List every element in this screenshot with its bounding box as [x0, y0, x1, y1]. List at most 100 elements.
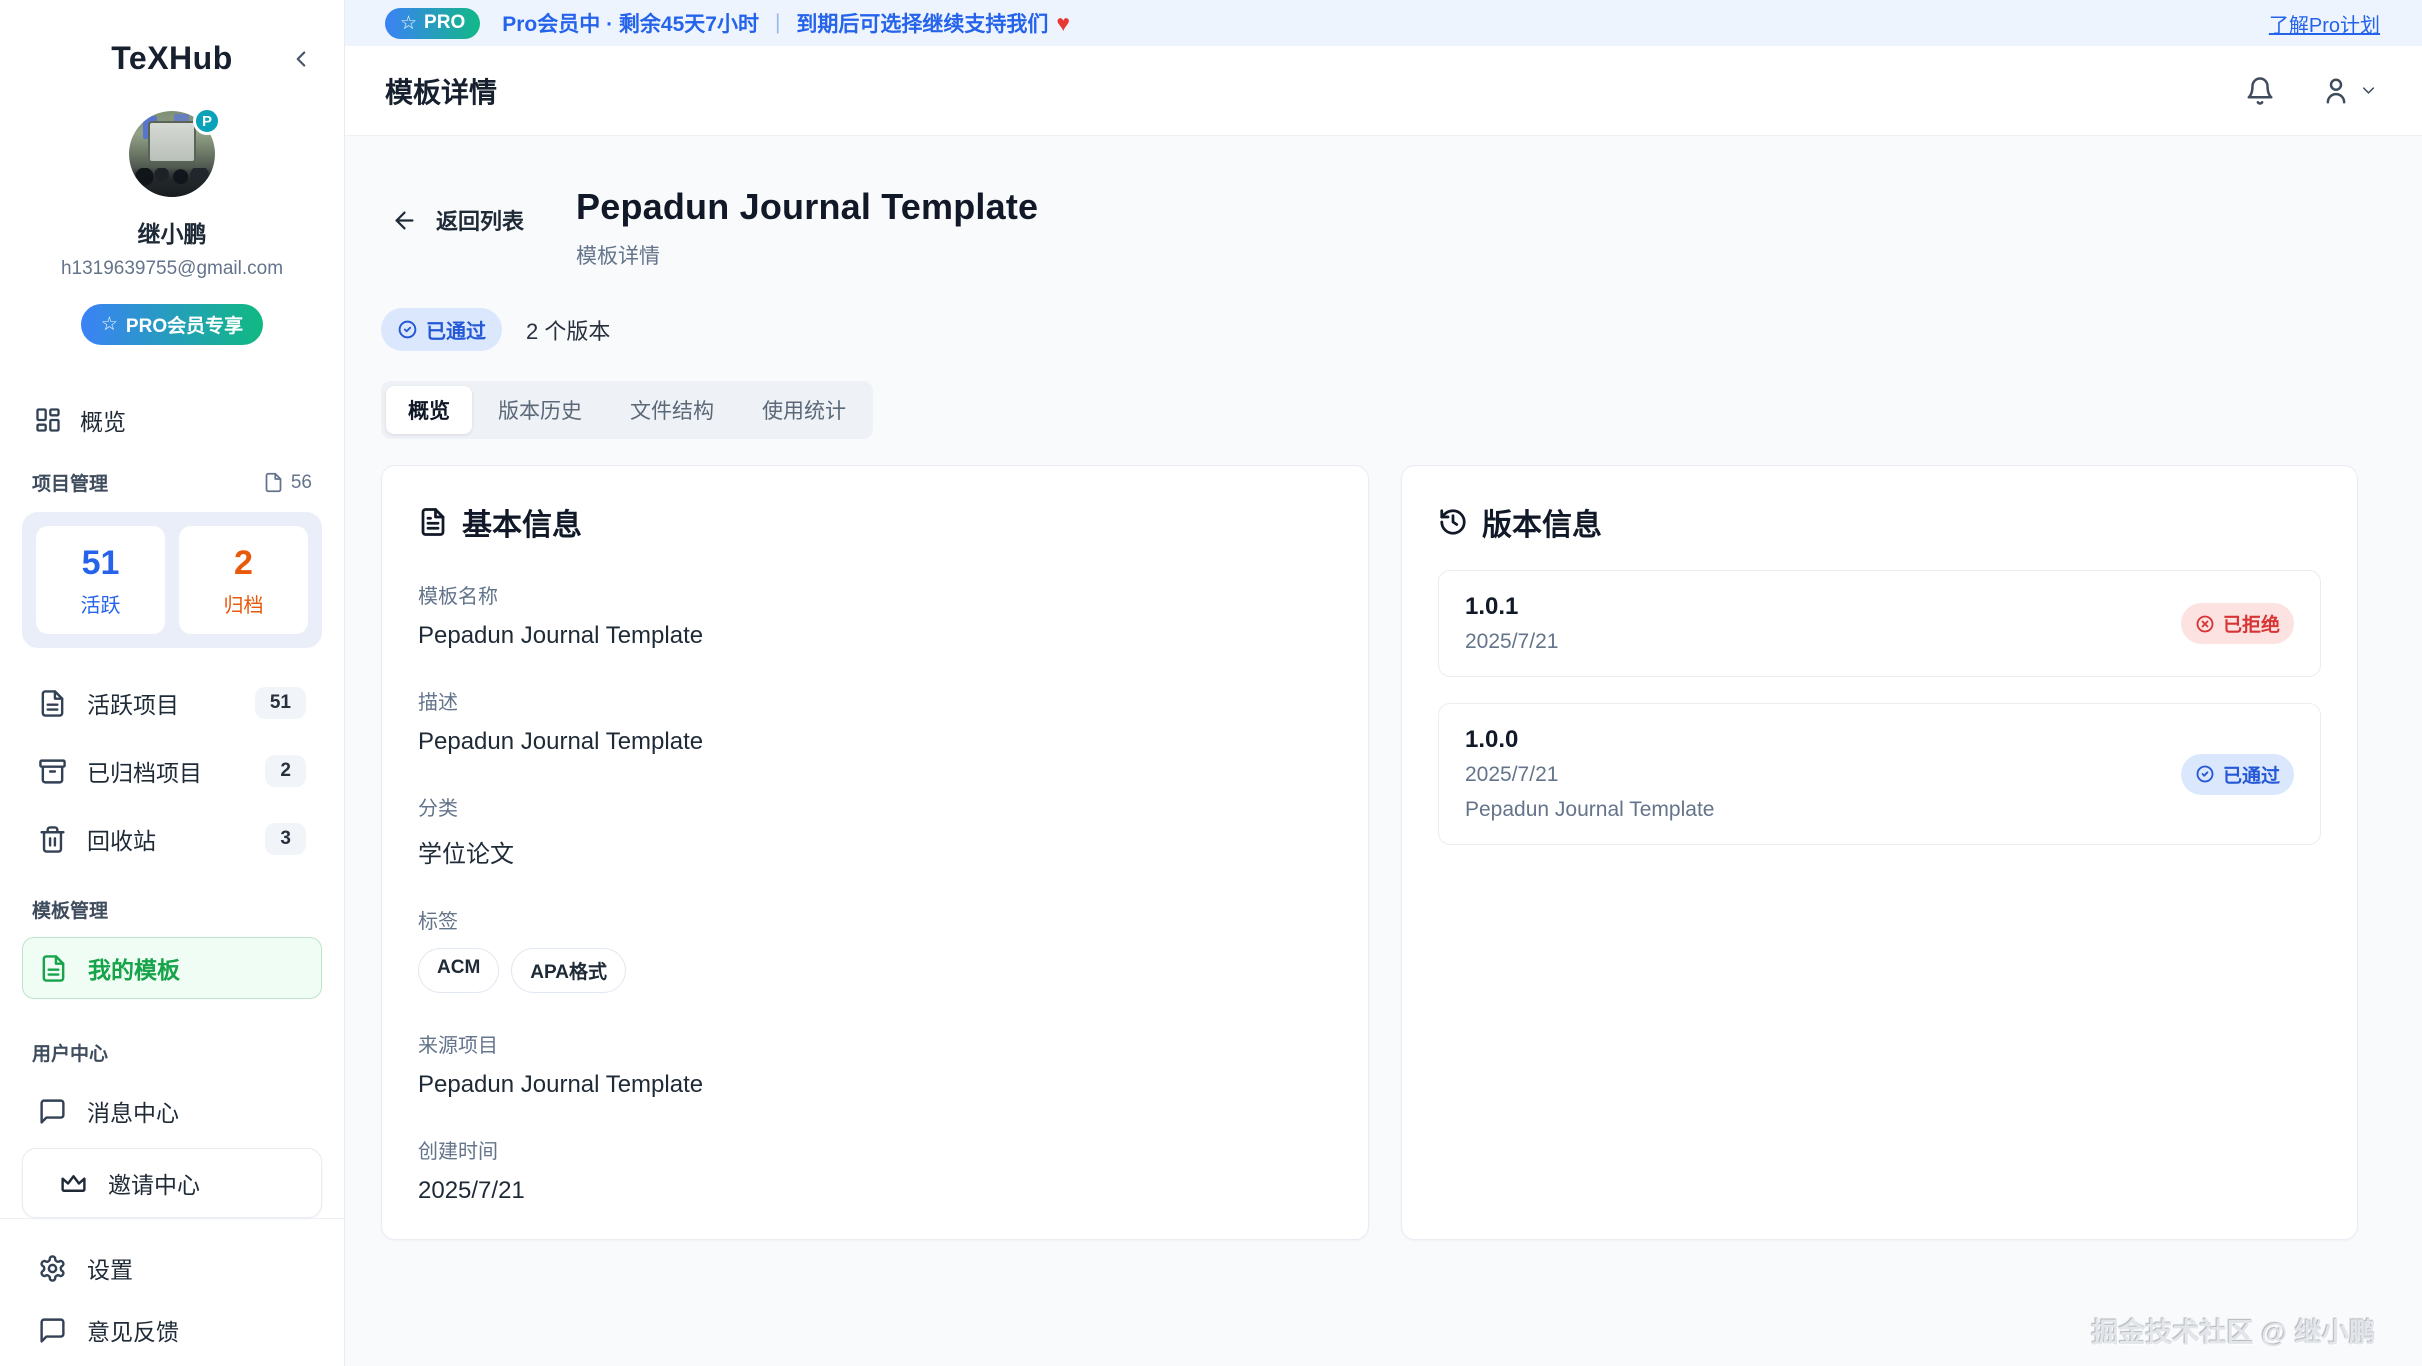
banner-pro-badge: ☆ PRO — [385, 8, 480, 39]
file-icon — [263, 472, 284, 493]
version-info-card: 版本信息 1.0.1 2025/7/21 已拒绝 1.0.0 202 — [1401, 465, 2358, 1240]
field-category: 分类 学位论文 — [418, 792, 1332, 869]
history-icon — [1438, 507, 1468, 537]
message-center-label: 消息中心 — [87, 1094, 179, 1128]
gear-icon — [38, 1254, 67, 1283]
version-number: 1.0.0 — [1465, 726, 1714, 754]
template-file-icon — [39, 954, 68, 983]
version-date: 2025/7/21 — [1465, 763, 1714, 787]
banner-note-text: 到期后可选择继续支持我们 — [796, 8, 1048, 38]
logo-row: TeXHub — [22, 40, 322, 77]
user-email: h1319639755@gmail.com — [22, 258, 322, 280]
overview-label: 概览 — [80, 403, 126, 437]
sidebar: TeXHub P 继小鹏 h1319639755@gmail.com ☆ PRO… — [0, 0, 345, 1366]
document-icon — [418, 507, 448, 537]
archived-projects-label: 已归档项目 — [87, 754, 202, 788]
tab-overview[interactable]: 概览 — [386, 386, 472, 434]
approved-label: 已通过 — [2223, 761, 2280, 788]
field-label: 分类 — [418, 792, 1332, 821]
field-value: 2025/7/21 — [418, 1177, 1332, 1205]
main-area: ☆ PRO Pro会员中 · 剩余45天7小时 | 到期后可选择继续支持我们 ♥… — [345, 0, 2422, 1366]
active-label: 活跃 — [36, 589, 165, 618]
sidebar-item-active-projects[interactable]: 活跃项目 51 — [22, 672, 322, 734]
basic-info-title: 基本信息 — [462, 500, 582, 544]
dashboard-icon — [34, 406, 62, 434]
check-circle-icon — [2195, 764, 2215, 784]
field-description: 描述 Pepadun Journal Template — [418, 686, 1332, 756]
field-label: 来源项目 — [418, 1029, 1332, 1058]
active-count: 51 — [36, 544, 165, 583]
watermark: 掘金技术社区 @ 继小鹏 — [2092, 1311, 2376, 1350]
trash-badge: 3 — [265, 823, 306, 855]
tag-apa: APA格式 — [511, 948, 626, 993]
project-stats-card: 51 活跃 2 归档 — [22, 512, 322, 648]
field-value: Pepadun Journal Template — [418, 622, 1332, 650]
sidebar-item-message-center[interactable]: 消息中心 — [22, 1080, 322, 1142]
topbar: 模板详情 — [345, 46, 2422, 136]
star-icon: ☆ — [101, 313, 118, 336]
version-row-1-0-1[interactable]: 1.0.1 2025/7/21 已拒绝 — [1438, 570, 2321, 677]
banner-pro-label: PRO — [424, 12, 465, 34]
version-description: Pepadun Journal Template — [1465, 798, 1714, 822]
active-projects-label: 活跃项目 — [87, 686, 179, 720]
user-avatar[interactable]: P — [129, 111, 215, 197]
content: 返回列表 Pepadun Journal Template 模板详情 已通过 2… — [345, 136, 2422, 1366]
sidebar-item-overview[interactable]: 概览 — [22, 391, 322, 449]
pro-member-badge[interactable]: ☆ PRO会员专享 — [81, 304, 263, 345]
sidebar-collapse-button[interactable] — [288, 46, 314, 72]
tab-file-structure[interactable]: 文件结构 — [608, 386, 736, 434]
heart-icon: ♥ — [1056, 10, 1070, 37]
trash-label: 回收站 — [87, 822, 156, 856]
field-label: 模板名称 — [418, 580, 1332, 609]
sidebar-item-trash[interactable]: 回收站 3 — [22, 808, 322, 870]
template-subtitle: 模板详情 — [576, 240, 1038, 270]
project-count-value: 56 — [291, 472, 312, 494]
feedback-icon — [38, 1316, 67, 1345]
divider — [0, 1218, 344, 1219]
version-date: 2025/7/21 — [1465, 630, 1558, 654]
learn-pro-link[interactable]: 了解Pro计划 — [2269, 9, 2380, 38]
bell-icon — [2245, 76, 2275, 106]
stat-active-projects[interactable]: 51 活跃 — [36, 526, 165, 634]
archive-icon — [38, 757, 67, 786]
archived-label: 归档 — [179, 589, 308, 618]
stat-archived-projects[interactable]: 2 归档 — [179, 526, 308, 634]
x-circle-icon — [2195, 614, 2215, 634]
back-to-list-button[interactable]: 返回列表 — [381, 198, 534, 242]
tab-usage-stats[interactable]: 使用统计 — [740, 386, 868, 434]
status-badge-approved: 已通过 — [381, 308, 502, 351]
tag-acm: ACM — [418, 948, 499, 993]
project-nav-list: 活跃项目 51 已归档项目 2 回收站 3 — [22, 672, 322, 870]
project-total-count: 56 — [263, 472, 312, 494]
app-logo: TeXHub — [111, 40, 233, 77]
notifications-button[interactable] — [2245, 76, 2275, 106]
template-section-label: 模板管理 — [32, 896, 108, 923]
page-title: 模板详情 — [385, 71, 497, 111]
user-menu-button[interactable] — [2321, 76, 2378, 106]
my-templates-label: 我的模板 — [88, 951, 180, 985]
rejected-label: 已拒绝 — [2223, 610, 2280, 637]
sidebar-item-archived-projects[interactable]: 已归档项目 2 — [22, 740, 322, 802]
check-circle-icon — [397, 319, 418, 340]
user-section-label: 用户中心 — [32, 1039, 108, 1066]
field-value: 学位论文 — [418, 834, 1332, 869]
field-created-time: 创建时间 2025/7/21 — [418, 1135, 1332, 1205]
sidebar-item-my-templates[interactable]: 我的模板 — [22, 937, 322, 999]
active-projects-badge: 51 — [255, 687, 306, 719]
sidebar-item-settings[interactable]: 设置 — [22, 1237, 322, 1299]
pro-member-label: PRO会员专享 — [126, 311, 243, 338]
sidebar-item-feedback[interactable]: 意见反馈 — [22, 1299, 322, 1361]
user-icon — [2321, 76, 2351, 106]
star-icon: ☆ — [400, 12, 417, 35]
sidebar-item-invite-center[interactable]: 邀请中心 — [22, 1148, 322, 1218]
project-section-label: 项目管理 — [32, 469, 108, 496]
field-tags: 标签 ACM APA格式 — [418, 905, 1332, 993]
field-template-name: 模板名称 Pepadun Journal Template — [418, 580, 1332, 650]
version-row-1-0-0[interactable]: 1.0.0 2025/7/21 Pepadun Journal Template… — [1438, 703, 2321, 845]
field-value: Pepadun Journal Template — [418, 1071, 1332, 1099]
avatar-pro-badge: P — [193, 107, 221, 135]
tab-version-history[interactable]: 版本历史 — [476, 386, 604, 434]
trash-icon — [38, 825, 67, 854]
feedback-label: 意见反馈 — [87, 1313, 179, 1347]
version-count: 2 个版本 — [526, 314, 610, 346]
